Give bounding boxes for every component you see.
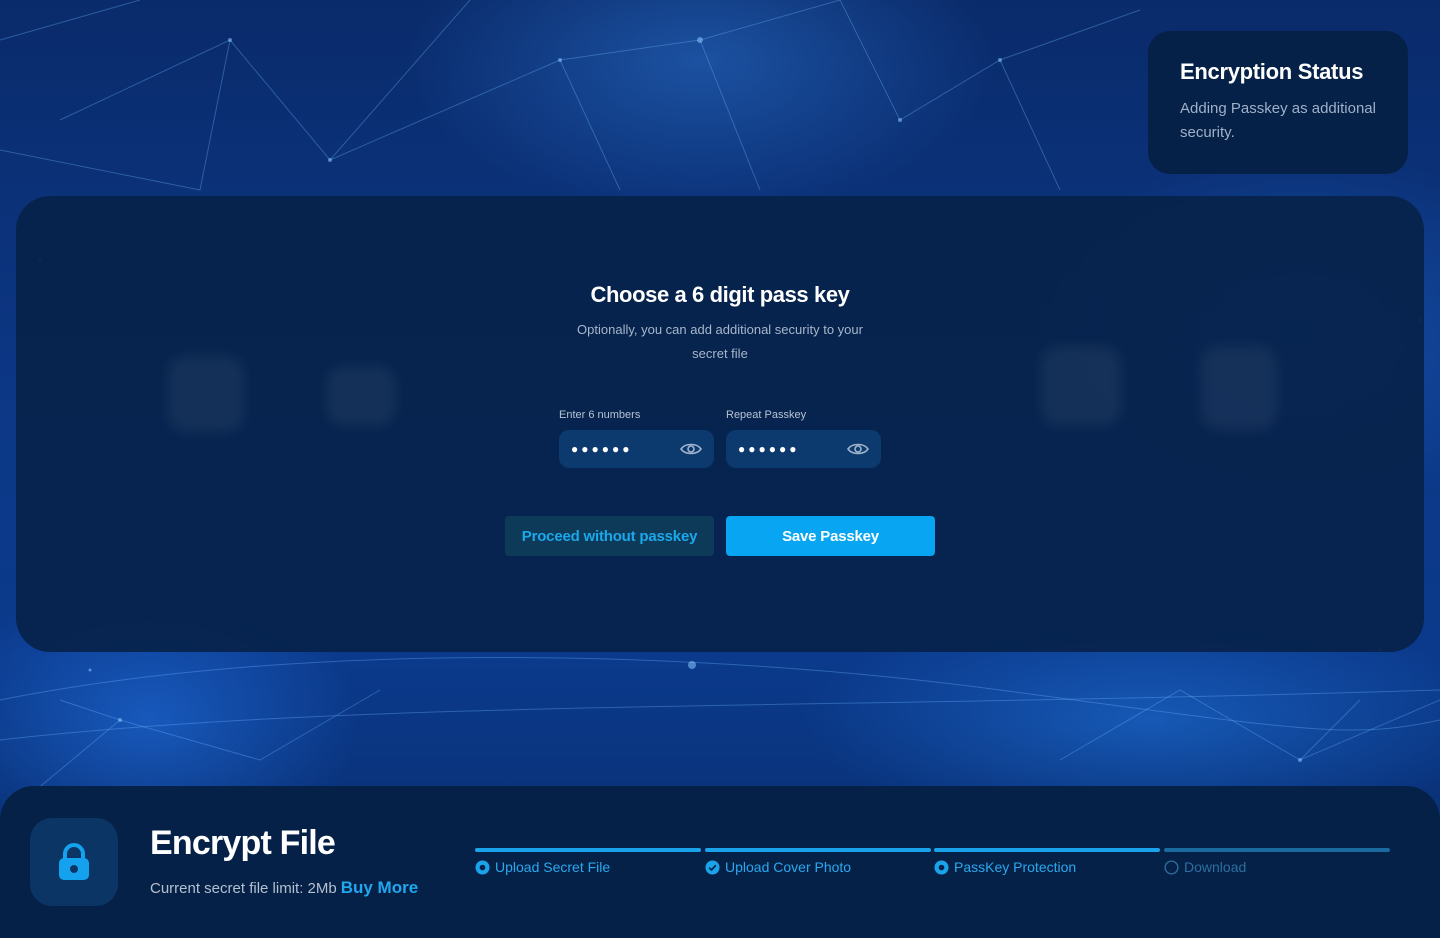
step-label: Upload Cover Photo: [725, 859, 852, 875]
encryption-status-card: Encryption Status Adding Passkey as addi…: [1148, 31, 1408, 174]
step-label: Download: [1184, 859, 1247, 875]
eye-icon[interactable]: [847, 442, 869, 456]
radio-dot-icon: [934, 859, 949, 875]
radio-dot-icon: [475, 859, 490, 875]
status-title: Encryption Status: [1180, 59, 1364, 84]
passkey-modal: Choose a 6 digit pass key Optionally, yo…: [16, 196, 1424, 652]
blurred-background-icon: [1041, 346, 1121, 426]
save-passkey-button[interactable]: Save Passkey: [726, 516, 935, 556]
step-progress-bar: [475, 848, 701, 852]
blurred-background-icon: [326, 366, 396, 426]
step-label: Upload Secret File: [495, 859, 611, 875]
passkey-input[interactable]: ●●●●●●: [559, 430, 714, 468]
blurred-background-icon: [1201, 346, 1277, 430]
step-label: PassKey Protection: [954, 859, 1077, 875]
step-progress-bar: [1164, 848, 1390, 852]
modal-subtitle: Optionally, you can add additional secur…: [577, 322, 863, 361]
lock-tile: [30, 818, 118, 906]
step-passkey-protection[interactable]: PassKey Protection: [934, 848, 1160, 875]
passkey-label: Enter 6 numbers: [559, 409, 641, 421]
modal-title: Choose a 6 digit pass key: [590, 282, 850, 307]
blurred-background-icon: [168, 356, 244, 432]
check-circle-icon: [705, 859, 720, 875]
eye-icon[interactable]: [680, 442, 702, 456]
step-download[interactable]: Download: [1164, 848, 1390, 875]
buy-more-link[interactable]: Buy More: [341, 878, 418, 897]
encrypt-file-panel: Encrypt File Current secret file limit: …: [0, 786, 1440, 938]
encrypt-file-title: Encrypt File: [150, 824, 336, 862]
passkey-value: ●●●●●●: [571, 442, 633, 456]
file-limit-label: Current secret file limit: 2Mb: [150, 880, 337, 897]
step-progress-bar: [705, 848, 931, 852]
repeat-passkey-value: ●●●●●●: [738, 442, 800, 456]
empty-circle-icon: [1164, 859, 1179, 875]
file-limit-text: Current secret file limit: 2Mb Buy More: [150, 878, 418, 898]
status-description: Adding Passkey as additional security.: [1180, 100, 1376, 141]
lock-icon: [59, 843, 89, 880]
repeat-passkey-input[interactable]: ●●●●●●: [726, 430, 881, 468]
step-upload-secret-file[interactable]: Upload Secret File: [475, 848, 701, 875]
proceed-without-passkey-button[interactable]: Proceed without passkey: [505, 516, 714, 556]
step-upload-cover-photo[interactable]: Upload Cover Photo: [705, 848, 931, 875]
step-progress-bar: [934, 848, 1160, 852]
repeat-passkey-label: Repeat Passkey: [726, 409, 807, 421]
